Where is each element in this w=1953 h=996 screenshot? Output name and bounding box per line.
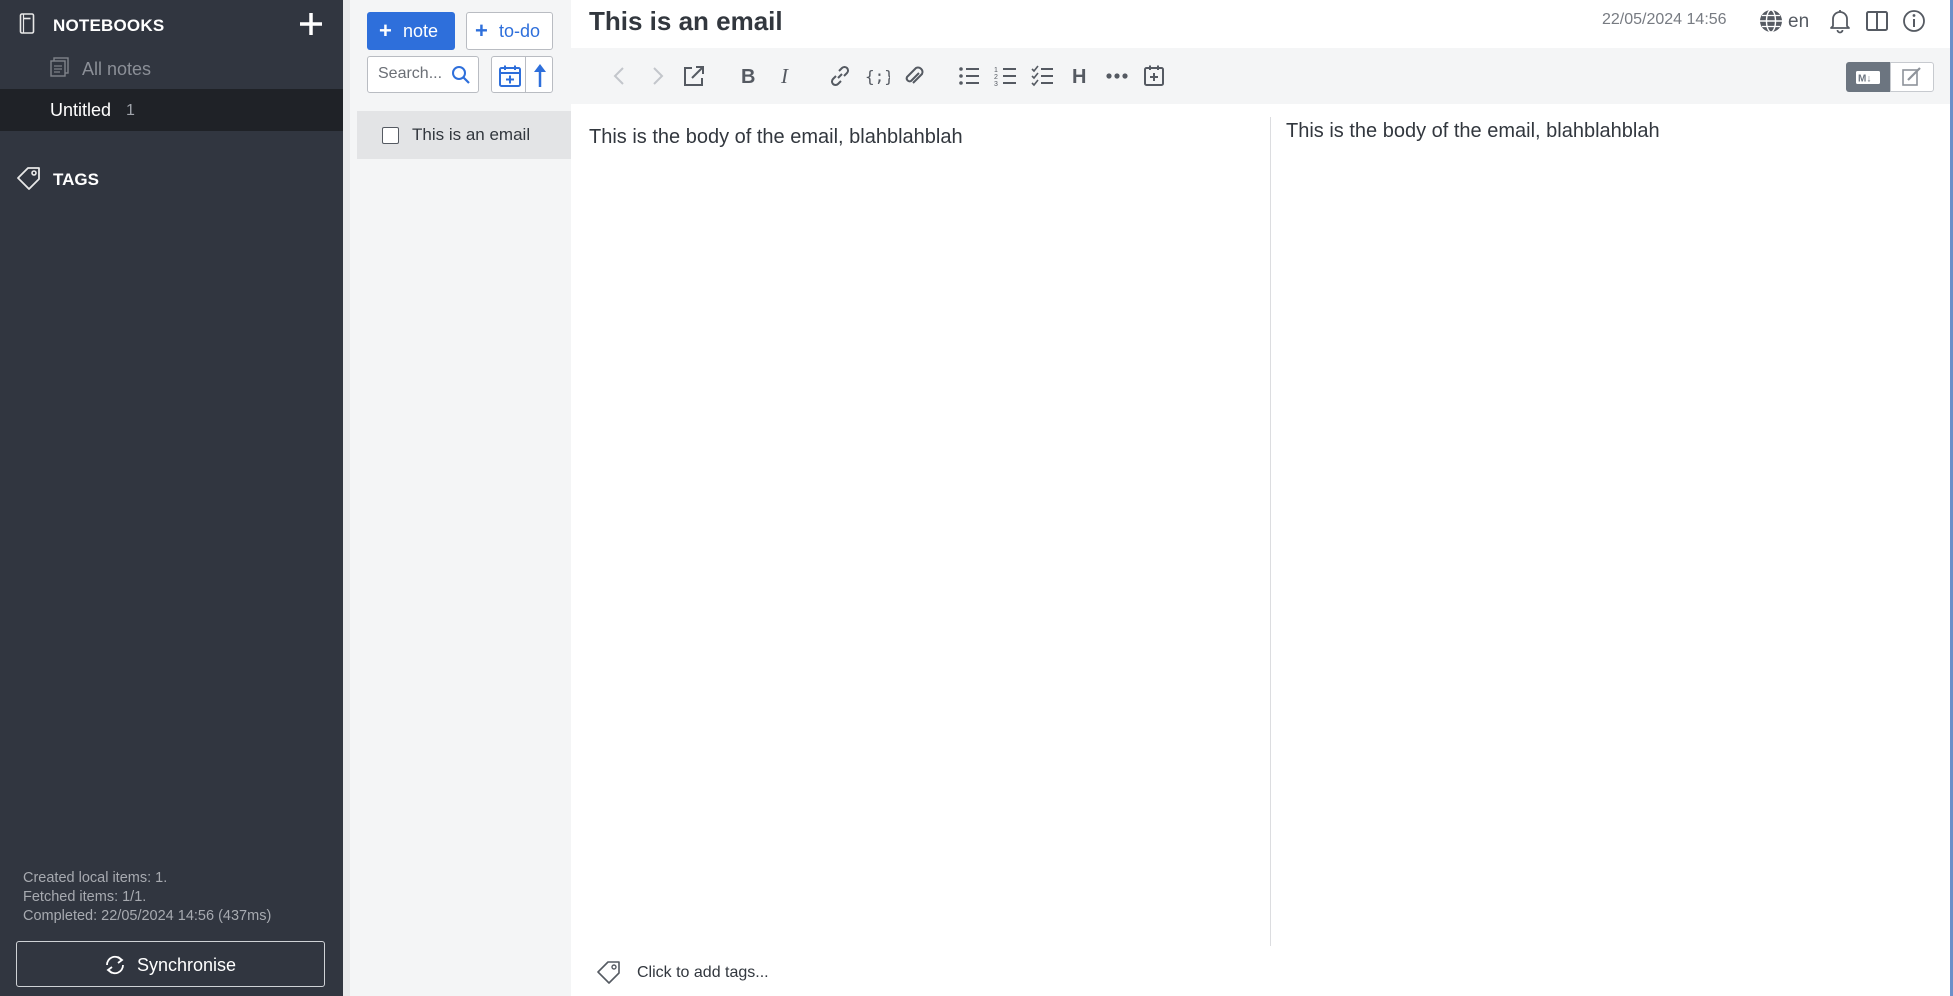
sync-status-line: Completed: 22/05/2024 14:56 (437ms) bbox=[23, 908, 272, 924]
editor-toolbar: B I {;} 1 2 3 bbox=[571, 48, 1953, 104]
edit-icon bbox=[1902, 67, 1921, 86]
notebooks-header[interactable]: NOTEBOOKS bbox=[0, 8, 343, 40]
sidebar-item-all-notes[interactable]: All notes bbox=[0, 52, 343, 84]
new-todo-button[interactable]: + to-do bbox=[466, 12, 553, 50]
markdown-editor-pane[interactable]: This is the body of the email, blahblahb… bbox=[589, 126, 963, 149]
all-notes-icon bbox=[50, 57, 69, 77]
synchronise-button[interactable]: Synchronise bbox=[16, 941, 325, 987]
todo-checkbox[interactable] bbox=[382, 127, 399, 144]
notebooks-heading: NOTEBOOKS bbox=[53, 16, 165, 35]
pane-divider[interactable] bbox=[1270, 117, 1271, 946]
italic-icon[interactable]: I bbox=[772, 63, 798, 89]
language-label[interactable]: en bbox=[1788, 11, 1809, 33]
note-list-item[interactable]: This is an email bbox=[357, 111, 571, 159]
sync-status-line: Fetched items: 1/1. bbox=[23, 889, 147, 905]
sidebar-item-untitled-notebook[interactable]: Untitled 1 bbox=[0, 89, 343, 131]
link-icon[interactable] bbox=[827, 63, 853, 89]
plus-icon: + bbox=[475, 18, 488, 43]
calendar-sort-icon[interactable] bbox=[498, 64, 522, 88]
plus-icon: + bbox=[379, 18, 392, 43]
sync-status: Created local items: 1. Fetched items: 1… bbox=[23, 869, 271, 926]
markdown-icon: M↓ bbox=[1856, 71, 1880, 85]
svg-text:3: 3 bbox=[994, 81, 998, 88]
add-notebook-icon[interactable] bbox=[297, 10, 325, 38]
heading-icon[interactable]: H bbox=[1067, 63, 1093, 89]
forward-icon[interactable] bbox=[644, 63, 670, 89]
svg-text:{;}: {;} bbox=[865, 67, 890, 86]
all-notes-label: All notes bbox=[82, 59, 152, 79]
toggle-layout-icon[interactable] bbox=[1864, 8, 1890, 34]
note-list-panel: + note + to-do This is an email bbox=[343, 0, 571, 996]
insert-datetime-icon[interactable] bbox=[1141, 63, 1167, 89]
search-icon[interactable] bbox=[451, 65, 471, 85]
sync-icon bbox=[106, 955, 124, 975]
note-editor: This is an email 22/05/2024 14:56 en B I… bbox=[571, 0, 1953, 996]
svg-text:B: B bbox=[741, 66, 755, 88]
horizontal-rule-icon[interactable] bbox=[1104, 63, 1130, 89]
external-editor-icon[interactable] bbox=[681, 63, 707, 89]
new-note-label: note bbox=[403, 21, 439, 41]
sort-controls bbox=[491, 56, 553, 93]
sync-status-line: Created local items: 1. bbox=[23, 870, 168, 886]
notebook-icon bbox=[19, 13, 35, 34]
globe-icon[interactable] bbox=[1758, 8, 1784, 34]
code-icon[interactable]: {;} bbox=[864, 63, 890, 89]
tag-icon[interactable] bbox=[596, 960, 622, 984]
notebook-note-count: 1 bbox=[126, 102, 135, 119]
markdown-preview-pane: This is the body of the email, blahblahb… bbox=[1286, 120, 1660, 142]
tag-icon bbox=[17, 167, 40, 190]
new-note-button[interactable]: + note bbox=[367, 12, 455, 50]
new-todo-label: to-do bbox=[499, 21, 541, 41]
divider bbox=[525, 57, 526, 92]
tags-heading: TAGS bbox=[53, 170, 99, 189]
synchronise-label: Synchronise bbox=[137, 955, 237, 975]
numbered-list-icon[interactable]: 1 2 3 bbox=[993, 63, 1019, 89]
bullet-list-icon[interactable] bbox=[956, 63, 982, 89]
sidebar: NOTEBOOKS All notes Untitled 1 TAGS Crea… bbox=[0, 0, 343, 996]
checkbox-list-icon[interactable] bbox=[1030, 63, 1056, 89]
search-input[interactable] bbox=[378, 65, 450, 83]
back-icon[interactable] bbox=[607, 63, 633, 89]
markdown-mode-toggle[interactable]: M↓ bbox=[1846, 62, 1890, 92]
add-tags-link[interactable]: Click to add tags... bbox=[637, 964, 769, 982]
notebook-name: Untitled bbox=[50, 100, 112, 120]
rich-text-mode-toggle[interactable] bbox=[1890, 62, 1934, 92]
alarm-bell-icon[interactable] bbox=[1827, 8, 1853, 34]
arrow-up-icon[interactable] bbox=[530, 64, 550, 88]
note-title: This is an email bbox=[412, 125, 531, 144]
bold-icon[interactable]: B bbox=[735, 63, 761, 89]
svg-text:1: 1 bbox=[994, 67, 998, 74]
info-icon[interactable] bbox=[1901, 8, 1927, 34]
attachment-icon[interactable] bbox=[901, 63, 927, 89]
search-box[interactable] bbox=[367, 56, 479, 93]
svg-text:H: H bbox=[1072, 66, 1086, 88]
svg-text:I: I bbox=[780, 64, 789, 88]
note-title-field[interactable]: This is an email bbox=[589, 6, 783, 37]
tags-header[interactable]: TAGS bbox=[0, 162, 343, 194]
svg-text:2: 2 bbox=[994, 74, 998, 81]
note-date: 22/05/2024 14:56 bbox=[1602, 11, 1727, 28]
svg-text:M↓: M↓ bbox=[1858, 74, 1871, 85]
